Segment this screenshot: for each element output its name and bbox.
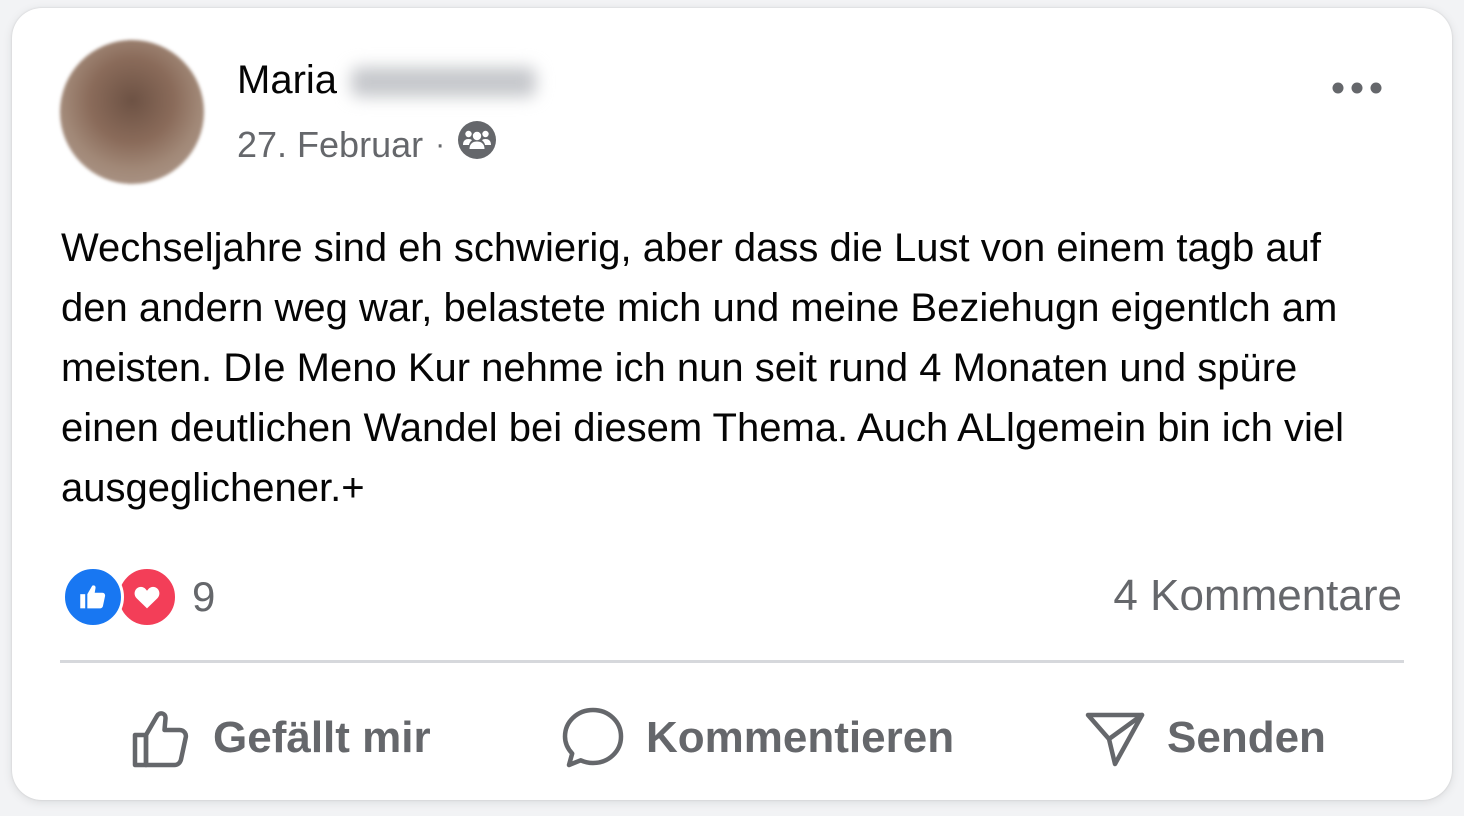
post-date[interactable]: 27. Februar	[237, 124, 423, 166]
author-name[interactable]: Maria	[237, 58, 537, 103]
comment-button[interactable]: Kommentieren	[560, 698, 954, 778]
divider	[60, 660, 1404, 663]
like-icon	[62, 566, 124, 628]
author-last-name-redacted	[351, 67, 537, 98]
comment-bubble-icon	[562, 707, 624, 768]
love-icon	[116, 566, 178, 628]
more-options-button[interactable]	[1322, 66, 1392, 110]
reactions-summary[interactable]: 9	[62, 566, 215, 628]
send-button-label: Senden	[1167, 713, 1326, 762]
friends-icon[interactable]	[457, 120, 497, 169]
post-text: Wechseljahre sind eh schwierig, aber das…	[61, 226, 1345, 510]
like-button-label: Gefällt mir	[213, 713, 431, 762]
author-first-name[interactable]: Maria	[237, 58, 337, 102]
avatar[interactable]	[60, 40, 204, 184]
like-button[interactable]: Gefällt mir	[129, 698, 431, 778]
thumbs-up-icon	[132, 711, 189, 768]
post-card: Maria 27. Februar · Wechseljahre sind eh…	[12, 8, 1452, 800]
send-icon	[1085, 712, 1145, 767]
send-button[interactable]: Senden	[1083, 698, 1326, 778]
post-meta: 27. Februar ·	[237, 120, 497, 169]
comments-count-link[interactable]: 4 Kommentare	[1113, 571, 1402, 621]
reaction-count: 9	[192, 573, 216, 620]
more-icon	[1332, 82, 1382, 94]
comment-button-label: Kommentieren	[646, 713, 955, 762]
meta-separator: ·	[435, 127, 446, 161]
